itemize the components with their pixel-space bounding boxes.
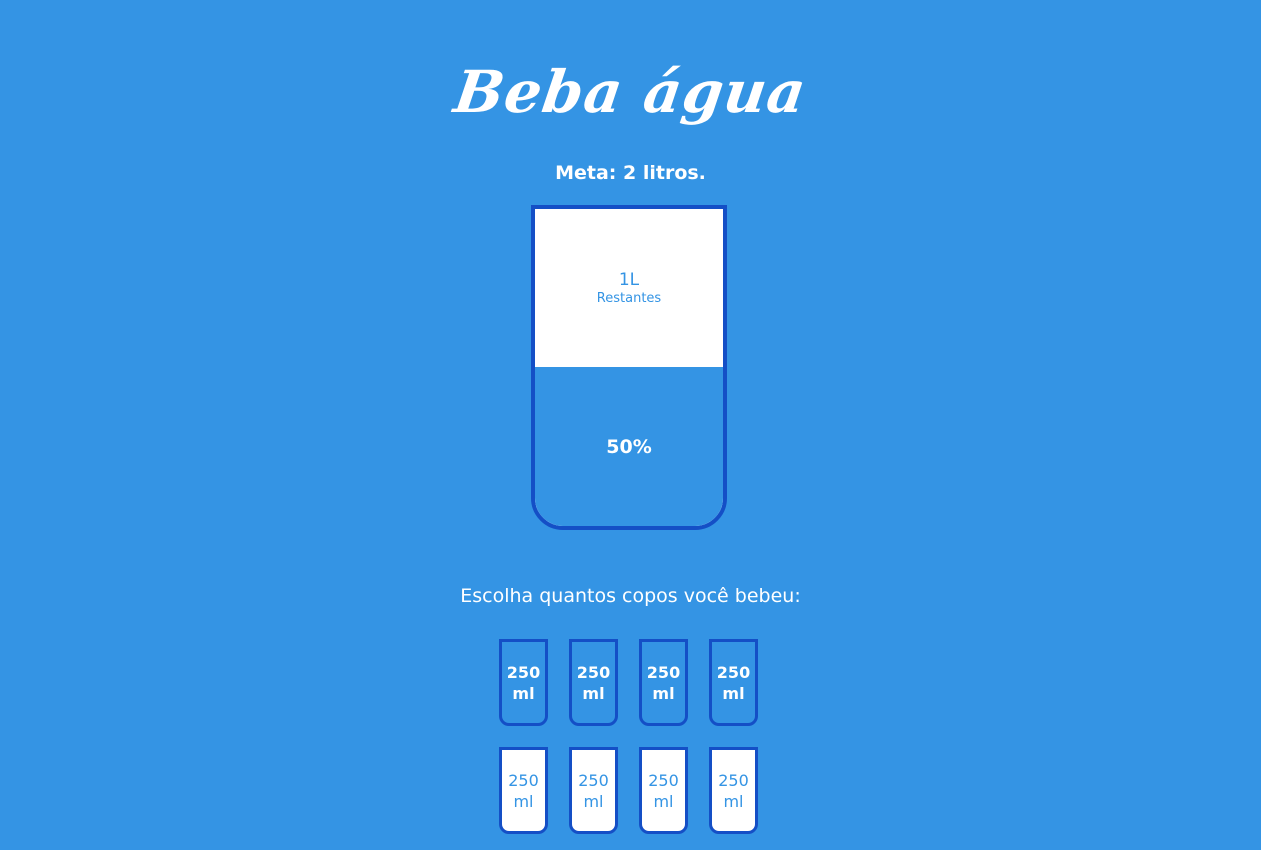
remaining-section: 1L Restantes bbox=[535, 209, 723, 368]
cup-amount: 250 bbox=[506, 662, 541, 682]
cup-label: 250 ml bbox=[718, 770, 749, 812]
small-cup[interactable]: 250 ml bbox=[709, 639, 758, 726]
cup-unit: ml bbox=[513, 791, 534, 811]
cup-amount: 250 bbox=[576, 662, 611, 682]
cup-amount: 250 bbox=[718, 770, 749, 790]
cup-amount: 250 bbox=[648, 770, 679, 790]
cup-amount: 250 bbox=[646, 662, 681, 682]
small-cups-grid: 250 ml 250 ml 250 ml 250 ml 250 ml 250 ml 250 ml 250 ml bbox=[499, 639, 763, 834]
cup-amount: 250 bbox=[716, 662, 751, 682]
cup-amount: 250 bbox=[578, 770, 609, 790]
water-tracker-app: Beba água Meta: 2 litros. 1L Restantes 5… bbox=[0, 0, 1261, 850]
cup-unit: ml bbox=[512, 683, 535, 703]
cup-unit: ml bbox=[583, 791, 604, 811]
cup-label: 250 ml bbox=[507, 662, 540, 704]
cup-amount: 250 bbox=[508, 770, 539, 790]
cup-label: 250 ml bbox=[647, 662, 680, 704]
cup-unit: ml bbox=[723, 791, 744, 811]
page-title: Beba água bbox=[450, 58, 811, 126]
cups-prompt: Escolha quantos copos você bebeu: bbox=[460, 585, 801, 607]
cup-label: 250 ml bbox=[648, 770, 679, 812]
cup-label: 250 ml bbox=[577, 662, 610, 704]
cup-label: 250 ml bbox=[508, 770, 539, 812]
cup-unit: ml bbox=[722, 683, 745, 703]
small-cup[interactable]: 250 ml bbox=[569, 639, 618, 726]
small-cup[interactable]: 250 ml bbox=[709, 747, 758, 834]
small-cup[interactable]: 250 ml bbox=[499, 747, 548, 834]
cup-label: 250 ml bbox=[717, 662, 750, 704]
small-cup[interactable]: 250 ml bbox=[639, 639, 688, 726]
cup-unit: ml bbox=[652, 683, 675, 703]
small-cup[interactable]: 250 ml bbox=[639, 747, 688, 834]
goal-text: Meta: 2 litros. bbox=[555, 162, 706, 184]
big-cup: 1L Restantes 50% bbox=[531, 205, 727, 530]
percentage-fill: 50% bbox=[535, 367, 723, 526]
small-cup[interactable]: 250 ml bbox=[569, 747, 618, 834]
remaining-label: Restantes bbox=[596, 290, 662, 306]
cup-unit: ml bbox=[582, 683, 605, 703]
small-cup[interactable]: 250 ml bbox=[499, 639, 548, 726]
remaining-value: 1L bbox=[618, 269, 640, 290]
cup-label: 250 ml bbox=[578, 770, 609, 812]
cup-unit: ml bbox=[653, 791, 674, 811]
